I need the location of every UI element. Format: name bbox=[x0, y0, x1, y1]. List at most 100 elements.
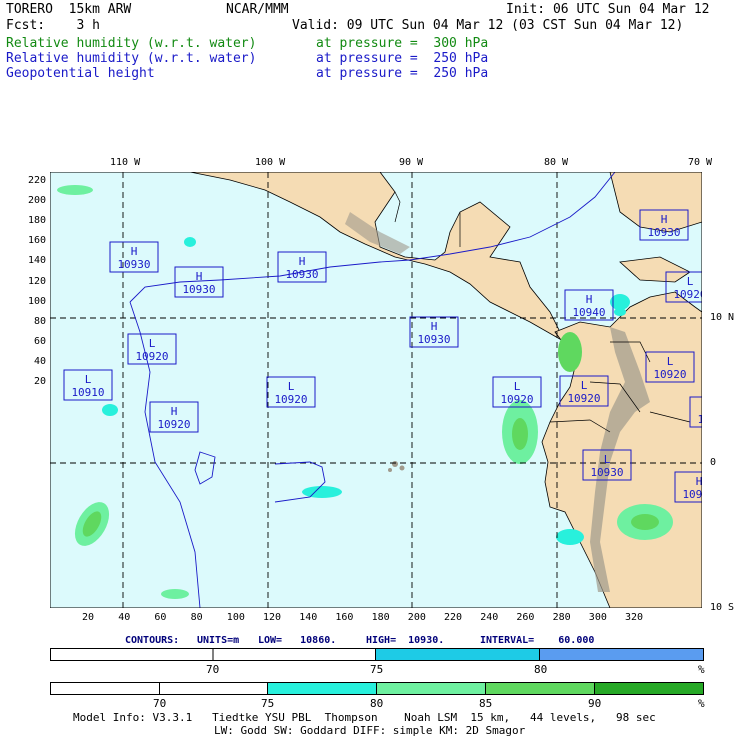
x-tick-label: 60 bbox=[154, 612, 167, 623]
x-tick-label: 160 bbox=[335, 612, 354, 623]
field-1-name: Relative humidity (w.r.t. water) bbox=[6, 36, 257, 51]
y-tick-label: 120 bbox=[27, 275, 46, 287]
pressure-center-type: H bbox=[196, 270, 203, 283]
pressure-center-value: 10910 bbox=[71, 386, 104, 399]
pressure-center-type: H bbox=[696, 475, 702, 488]
colorbar-300-label-70: 70 bbox=[153, 697, 167, 710]
pressure-center-type: H bbox=[586, 293, 593, 306]
pressure-center-value: 10930 bbox=[647, 226, 680, 239]
lon-label-90w: 90 W bbox=[399, 157, 424, 168]
colorbar-250-seg-2 bbox=[375, 648, 540, 661]
x-tick-label: 260 bbox=[516, 612, 535, 623]
x-tick-label: 140 bbox=[299, 612, 318, 623]
pressure-center-type: H bbox=[131, 245, 138, 258]
lat-label-10n: 10 N bbox=[710, 312, 735, 323]
colorbar-300-label-90: 90 bbox=[588, 697, 602, 710]
y-tick-label: 100 bbox=[27, 295, 46, 307]
y-tick-label: 180 bbox=[27, 215, 46, 227]
contour-label: CONTOURS: bbox=[125, 635, 180, 646]
x-tick-label: 20 bbox=[82, 612, 95, 623]
contour-units: UNITS=m bbox=[197, 635, 240, 646]
pressure-center-value: 10930 bbox=[417, 333, 450, 346]
field-3-name: Geopotential height bbox=[6, 66, 155, 81]
physics-info: LW: Godd SW: Goddard DIFF: simple KM: 2D… bbox=[214, 724, 526, 737]
forecast-hour: Fcst: 3 h bbox=[6, 18, 100, 33]
pressure-center-type: L bbox=[604, 453, 611, 466]
colorbar-300-seg-5 bbox=[485, 682, 595, 695]
x-tick-label: 40 bbox=[118, 612, 131, 623]
colorbar-300-seg-4 bbox=[376, 682, 486, 695]
colorbar-250-label-70: 70 bbox=[206, 663, 220, 676]
valid-time: Valid: 09 UTC Sun 04 Mar 12 (03 CST Sun … bbox=[292, 18, 684, 33]
y-tick-label: 40 bbox=[33, 355, 46, 367]
contour-interval: INTERVAL= 60.000 bbox=[480, 635, 595, 646]
pressure-center-value: 10930 bbox=[117, 258, 150, 271]
pressure-center-type: L bbox=[149, 337, 156, 350]
colorbar-300-seg-3 bbox=[267, 682, 377, 695]
colorbar-300-label-75: 75 bbox=[261, 697, 275, 710]
x-tick-label: 320 bbox=[625, 612, 644, 623]
pressure-center-value: 10920 bbox=[157, 418, 190, 431]
pressure-center-type: L bbox=[581, 379, 588, 392]
y-tick-label: 60 bbox=[33, 335, 46, 347]
pressure-center-type: L bbox=[667, 355, 674, 368]
y-tick-label: 80 bbox=[33, 315, 46, 327]
x-tick-label: 220 bbox=[444, 612, 463, 623]
x-tick-label: 200 bbox=[407, 612, 426, 623]
pressure-center-type: H bbox=[171, 405, 178, 418]
colorbar-300-seg-2 bbox=[159, 682, 268, 695]
pressure-center-value: 10920 bbox=[500, 393, 533, 406]
pressure-center-type: H bbox=[299, 255, 306, 268]
x-tick-label: 240 bbox=[480, 612, 499, 623]
field-2-name: Relative humidity (w.r.t. water) bbox=[6, 51, 257, 66]
init-time: Init: 06 UTC Sun 04 Mar 12 bbox=[506, 2, 710, 17]
colorbar-300-seg-1 bbox=[50, 682, 160, 695]
y-tick-label: 200 bbox=[27, 195, 46, 207]
field-3-level: at pressure = 250 hPa bbox=[316, 66, 489, 81]
pressure-center-value: 10920 bbox=[567, 392, 600, 405]
model-info: Model Info: V3.3.1 Tiedtke YSU PBL Thomp… bbox=[73, 711, 656, 724]
pressure-center-value: 10920 bbox=[673, 288, 702, 301]
model-title: TORERO 15km ARW bbox=[6, 2, 132, 17]
colorbar-250-label-75: 75 bbox=[370, 663, 384, 676]
pressure-center-type: L bbox=[85, 373, 92, 386]
colorbar-250-label-80: 80 bbox=[534, 663, 548, 676]
lat-label-0: 0 bbox=[710, 457, 717, 468]
field-1-level: at pressure = 300 hPa bbox=[316, 36, 489, 51]
contour-low: LOW= 10860. bbox=[258, 635, 337, 646]
pressure-center-type: H bbox=[431, 320, 438, 333]
center-title: NCAR/MMM bbox=[226, 2, 289, 17]
pressure-center-value: 10930 bbox=[182, 283, 215, 296]
colorbar-300hpa bbox=[50, 682, 704, 695]
y-tick-label: 140 bbox=[27, 255, 46, 267]
pressure-center-value: 10930 bbox=[285, 268, 318, 281]
pressure-center-value: 10930 bbox=[590, 466, 623, 479]
x-tick-label: 100 bbox=[226, 612, 245, 623]
pressure-center-value: 10950 bbox=[682, 488, 702, 501]
colorbar-300-label-80: 80 bbox=[370, 697, 384, 710]
y-tick-label: 160 bbox=[27, 235, 46, 247]
pressure-center-type: L bbox=[288, 380, 295, 393]
y-tick-label: 220 bbox=[27, 175, 46, 186]
pressure-center-value: 10920 bbox=[274, 393, 307, 406]
x-tick-label: 280 bbox=[552, 612, 571, 623]
x-tick-label: 120 bbox=[263, 612, 282, 623]
x-tick-label: 80 bbox=[190, 612, 203, 623]
colorbar-250hpa bbox=[50, 648, 704, 661]
pressure-center-value: 10940 bbox=[572, 306, 605, 319]
lon-label-80w: 80 W bbox=[544, 157, 569, 168]
lon-label-100w: 100 W bbox=[255, 157, 286, 168]
pressure-center-type: H bbox=[661, 213, 668, 226]
colorbar-300-label-85: 85 bbox=[479, 697, 493, 710]
pressure-center-type: L bbox=[514, 380, 521, 393]
pressure-center-value: 10920 bbox=[653, 368, 686, 381]
x-tick-label: 300 bbox=[588, 612, 607, 623]
pressure-center-type: L bbox=[687, 275, 694, 288]
contour-high: HIGH= 10930. bbox=[366, 635, 445, 646]
pressure-center-value: 10920 bbox=[697, 413, 702, 426]
colorbar-250-seg-3 bbox=[539, 648, 704, 661]
pressure-center-value: 10920 bbox=[135, 350, 168, 363]
field-2-level: at pressure = 250 hPa bbox=[316, 51, 489, 66]
x-tick-label: 180 bbox=[371, 612, 390, 623]
weather-map: H10930H10930H10930H10930H10940H10930L109… bbox=[50, 172, 702, 608]
